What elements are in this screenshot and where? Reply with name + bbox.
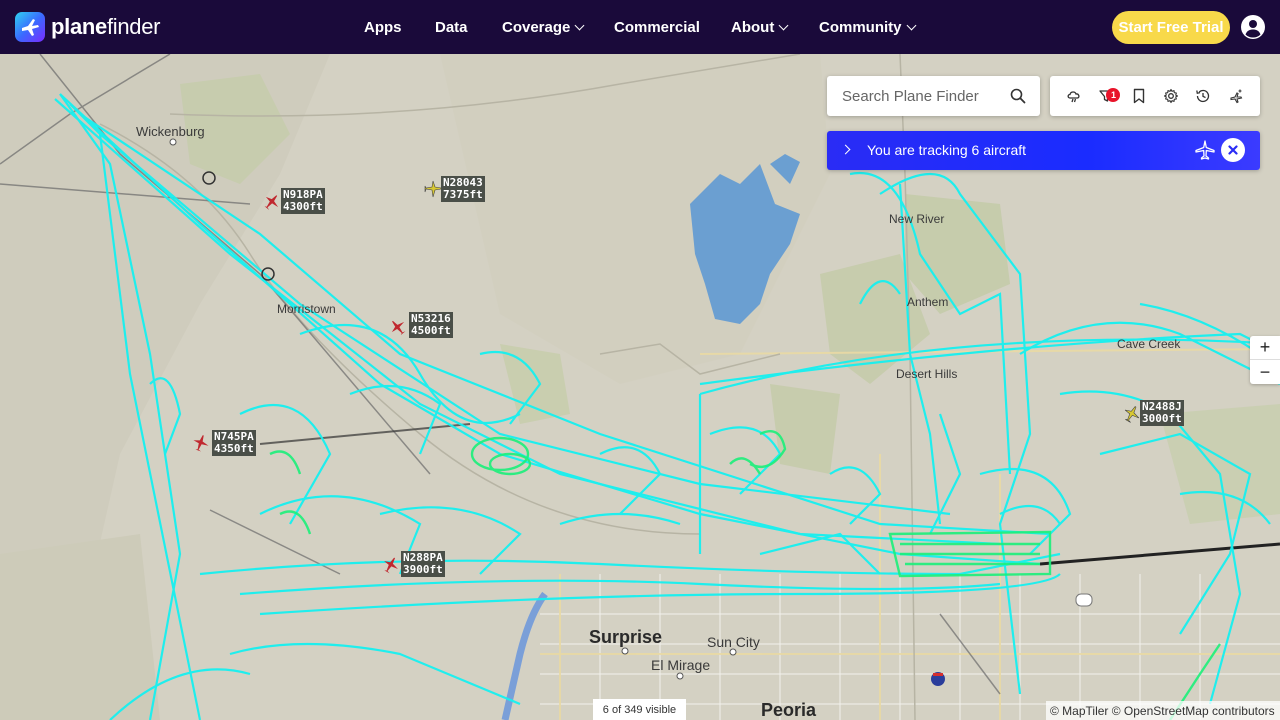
- map-attribution[interactable]: © MapTiler © OpenStreetMap contributors: [1046, 701, 1280, 720]
- aircraft-label[interactable]: N288PA 3900ft: [401, 551, 445, 577]
- nav-community[interactable]: Community: [819, 19, 916, 36]
- brand-bold: plane: [51, 14, 107, 39]
- place-label: Sun City: [707, 634, 760, 650]
- bookmarks-button[interactable]: [1127, 84, 1151, 108]
- user-account-icon[interactable]: [1241, 15, 1265, 39]
- nav-commercial[interactable]: Commercial: [614, 19, 700, 36]
- aircraft-icon[interactable]: [382, 556, 400, 574]
- tracking-banner[interactable]: You are tracking 6 aircraft: [827, 131, 1260, 170]
- nav-data[interactable]: Data: [435, 19, 468, 36]
- aircraft-icon[interactable]: [1123, 405, 1141, 423]
- place-label: Wickenburg: [136, 124, 205, 139]
- weather-button[interactable]: [1062, 84, 1086, 108]
- aircraft-icon[interactable]: [389, 318, 407, 336]
- top-navbar: planefinder Apps Data Coverage Commercia…: [0, 0, 1280, 54]
- plane-sparkle-icon: [1230, 89, 1243, 104]
- place-label: Surprise: [589, 627, 663, 647]
- settings-button[interactable]: [1159, 84, 1183, 108]
- nav-coverage[interactable]: Coverage: [502, 19, 585, 36]
- chevron-right-icon[interactable]: [840, 144, 851, 155]
- brand-light: finder: [106, 14, 161, 39]
- nav-apps[interactable]: Apps: [364, 19, 402, 36]
- aircraft-label[interactable]: N918PA 4300ft: [281, 188, 325, 214]
- zoom-control: + −: [1250, 336, 1280, 384]
- close-icon: [1228, 145, 1238, 155]
- history-clock-icon: [1196, 89, 1210, 103]
- aircraft-icon[interactable]: [192, 434, 210, 452]
- aircraft-label[interactable]: N53216 4500ft: [409, 312, 453, 338]
- chevron-down-icon: [574, 20, 585, 30]
- visible-aircraft-count: 6 of 349 visible: [593, 699, 686, 720]
- search-input[interactable]: [827, 87, 997, 105]
- nav-about[interactable]: About: [731, 19, 789, 36]
- place-label: El Mirage: [651, 657, 711, 673]
- playback-button[interactable]: [1191, 84, 1215, 108]
- chevron-down-icon: [906, 20, 916, 30]
- search-box: [827, 76, 1040, 116]
- cloud-rain-icon: [1067, 91, 1080, 103]
- bookmark-icon: [1133, 88, 1145, 104]
- zoom-out-button[interactable]: −: [1250, 360, 1280, 384]
- logo-plane-icon: [15, 12, 45, 42]
- filter-button[interactable]: 1: [1094, 84, 1121, 108]
- aircraft-icon[interactable]: [263, 193, 281, 211]
- filter-count-badge: 1: [1106, 88, 1121, 102]
- chevron-down-icon: [778, 20, 789, 30]
- map-toolbar: 1: [1050, 76, 1260, 116]
- aircraft-label[interactable]: N28043 7375ft: [441, 176, 485, 202]
- search-icon[interactable]: [1010, 88, 1026, 104]
- stop-tracking-button[interactable]: [1221, 138, 1245, 162]
- place-label: New River: [889, 212, 945, 226]
- aircraft-label[interactable]: N2488J 3000ft: [1140, 400, 1184, 426]
- place-label: Anthem: [907, 295, 949, 309]
- tracking-text: You are tracking 6 aircraft: [867, 142, 1027, 158]
- aircraft-icon[interactable]: [424, 180, 442, 198]
- place-label: Desert Hills: [896, 367, 958, 381]
- zoom-in-button[interactable]: +: [1250, 336, 1280, 360]
- planefinder-logo[interactable]: planefinder: [15, 12, 161, 42]
- ar-view-button[interactable]: [1224, 84, 1248, 108]
- plane-icon: [1195, 140, 1215, 160]
- aircraft-label[interactable]: N745PA 4350ft: [212, 430, 256, 456]
- gear-icon: [1164, 88, 1179, 104]
- start-free-trial-button[interactable]: Start Free Trial: [1112, 11, 1230, 44]
- place-label: Morristown: [277, 302, 336, 316]
- place-label: Peoria: [761, 700, 817, 720]
- place-label: Cave Creek: [1117, 337, 1181, 351]
